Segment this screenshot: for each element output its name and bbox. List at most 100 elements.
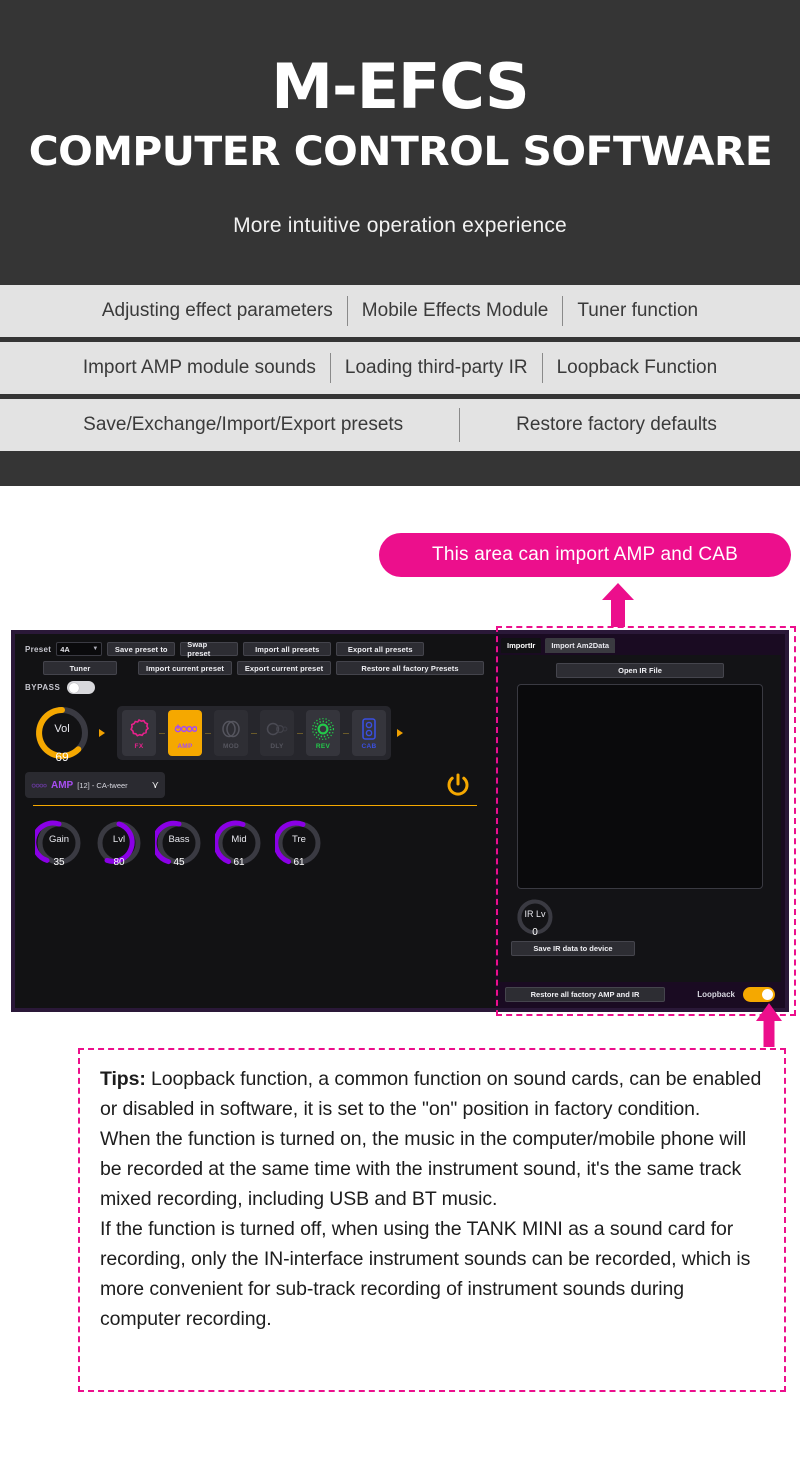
callout-up-arrow-icon xyxy=(602,583,634,627)
mid-knob-value: 61 xyxy=(233,857,245,868)
amp-selector[interactable]: AMP [12] - CA-tweer ⋎ xyxy=(25,772,165,798)
toolbar-row-1: Preset 4A ▼ Save preset to Swap preset I… xyxy=(25,640,485,658)
feature-item: Tuner function xyxy=(577,300,699,321)
feature-band-row: Save/Exchange/Import/Export presets Rest… xyxy=(0,399,800,451)
loopback-label: Loopback xyxy=(697,990,735,999)
chain-block-label: DLY xyxy=(270,742,284,750)
ir-level-knob[interactable]: IR Lv 0 xyxy=(515,897,555,938)
chain-block-cab[interactable]: CAB xyxy=(352,710,386,756)
chain-link xyxy=(159,732,165,734)
tre-knob-value: 61 xyxy=(293,857,305,868)
app-right-pane: ImportIr Import Am2Data Open IR File IR … xyxy=(495,634,785,1008)
callout-pill: This area can import AMP and CAB xyxy=(379,533,791,577)
tab-import-ir[interactable]: ImportIr xyxy=(501,638,542,653)
chain-block-fx[interactable]: FX xyxy=(122,710,156,756)
import-all-presets-button[interactable]: Import all presets xyxy=(243,642,332,656)
preset-select-value: 4A xyxy=(60,644,70,654)
hero-header: M-EFCS COMPUTER CONTROL SOFTWARE More in… xyxy=(0,0,800,285)
chain-block-rev[interactable]: REV xyxy=(306,710,340,756)
amp-selector-bar: AMP [12] - CA-tweer ⋎ xyxy=(25,772,485,798)
bass-knob-label: Bass xyxy=(168,834,190,845)
chain-link xyxy=(297,732,303,734)
lvl-knob-value: 80 xyxy=(113,857,125,868)
chain-block-label: MOD xyxy=(222,742,240,750)
volume-knob[interactable]: Vol 69 xyxy=(33,704,91,764)
save-preset-to-button[interactable]: Save preset to xyxy=(107,642,176,656)
tips-box: Tips: Loopback function, a common functi… xyxy=(78,1048,786,1392)
feature-item: Mobile Effects Module xyxy=(361,300,549,321)
page-title: M-EFCS xyxy=(271,50,529,123)
effects-chain: FX AMP MOD DLY REV CAB xyxy=(117,706,391,760)
ir-level-value: 0 xyxy=(532,927,538,938)
divider xyxy=(459,408,461,442)
fx-icon xyxy=(130,718,149,737)
amp-underline xyxy=(33,805,477,806)
toolbar-row-2: Tuner Import current preset Export curre… xyxy=(25,661,485,675)
gain-knob-label: Gain xyxy=(48,834,70,845)
feature-bands: Adjusting effect parameters Mobile Effec… xyxy=(0,285,800,486)
ir-level-label: IR Lv xyxy=(524,909,546,919)
preset-label: Preset xyxy=(25,644,52,654)
feature-item: Loading third-party IR xyxy=(344,357,528,378)
feature-item: Import AMP module sounds xyxy=(82,357,316,378)
feature-item: Adjusting effect parameters xyxy=(101,300,333,321)
lvl-knob[interactable]: Lvl 80 xyxy=(95,819,143,868)
mid-knob-label: Mid xyxy=(231,834,247,845)
callout-pill-text: This area can import AMP and CAB xyxy=(432,544,738,565)
tuner-button[interactable]: Tuner xyxy=(43,661,117,675)
parameter-knob-row: Gain 35 Lvl 80 Bass 45 Mid 61 Tre 61 xyxy=(25,819,485,868)
tab-import-am2data[interactable]: Import Am2Data xyxy=(545,638,615,653)
chain-block-dly[interactable]: DLY xyxy=(260,710,294,756)
dly-icon xyxy=(266,722,288,735)
tips-paragraph-3: If the function is turned off, when usin… xyxy=(100,1218,751,1330)
ir-file-list[interactable] xyxy=(517,684,763,889)
export-current-preset-button[interactable]: Export current preset xyxy=(237,661,331,675)
chain-block-mod[interactable]: MOD xyxy=(214,710,248,756)
chain-arrow-icon xyxy=(397,729,403,737)
tips-text-1: Loopback function, a common function on … xyxy=(100,1068,762,1120)
bypass-label: BYPASS xyxy=(25,683,61,692)
tre-knob[interactable]: Tre 61 xyxy=(275,819,323,868)
loopback-down-arrow-icon xyxy=(756,1003,782,1047)
chevron-down-icon: ▼ xyxy=(92,646,99,652)
export-all-presets-button[interactable]: Export all presets xyxy=(336,642,425,656)
chain-block-label: CAB xyxy=(361,742,377,750)
swap-preset-button[interactable]: Swap preset xyxy=(180,640,239,658)
open-ir-file-button[interactable]: Open IR File xyxy=(556,663,724,678)
mid-knob[interactable]: Mid 61 xyxy=(215,819,263,868)
cab-icon xyxy=(362,717,376,740)
app-screenshot: Preset 4A ▼ Save preset to Swap preset I… xyxy=(11,630,789,1012)
tips-paragraph-1: Tips: Loopback function, a common functi… xyxy=(100,1064,764,1124)
chevron-double-down-icon[interactable]: ⋎ xyxy=(152,780,159,791)
bass-knob-value: 45 xyxy=(173,857,185,868)
chain-block-label: REV xyxy=(315,742,331,750)
app-left-pane: Preset 4A ▼ Save preset to Swap preset I… xyxy=(15,634,495,1008)
amp-selector-name: [12] - CA-tweer xyxy=(77,780,128,790)
bypass-toggle[interactable] xyxy=(67,681,96,694)
feature-band-row: Import AMP module sounds Loading third-p… xyxy=(0,342,800,394)
chain-block-label: FX xyxy=(134,742,144,750)
chain-block-amp[interactable]: AMP xyxy=(168,710,202,756)
preset-select[interactable]: 4A ▼ xyxy=(56,642,103,656)
gain-knob[interactable]: Gain 35 xyxy=(35,819,83,868)
ir-tabs: ImportIr Import Am2Data xyxy=(495,634,785,653)
tre-knob-label: Tre xyxy=(292,834,306,845)
feature-item: Restore factory defaults xyxy=(516,414,717,435)
loopback-toggle[interactable] xyxy=(743,987,775,1002)
tips-lead: Tips: xyxy=(100,1068,146,1090)
rev-icon xyxy=(311,717,335,740)
chain-link xyxy=(251,732,257,734)
amp-selector-tag: AMP xyxy=(51,779,74,791)
restore-factory-amp-ir-button[interactable]: Restore all factory AMP and IR xyxy=(505,987,665,1002)
gain-knob-value: 35 xyxy=(53,857,65,868)
bass-knob[interactable]: Bass 45 xyxy=(155,819,203,868)
feature-band-row: Adjusting effect parameters Mobile Effec… xyxy=(0,285,800,337)
lvl-knob-label: Lvl xyxy=(112,834,126,845)
restore-all-factory-presets-button[interactable]: Restore all factory Presets xyxy=(336,661,484,675)
ir-panel-footer: Restore all factory AMP and IR Loopback xyxy=(499,984,781,1005)
mod-icon xyxy=(222,720,240,737)
tips-paragraph-2: When the function is turned on, the musi… xyxy=(100,1128,747,1210)
save-ir-data-button[interactable]: Save IR data to device xyxy=(511,941,635,956)
import-current-preset-button[interactable]: Import current preset xyxy=(138,661,232,675)
power-button[interactable] xyxy=(445,772,471,798)
